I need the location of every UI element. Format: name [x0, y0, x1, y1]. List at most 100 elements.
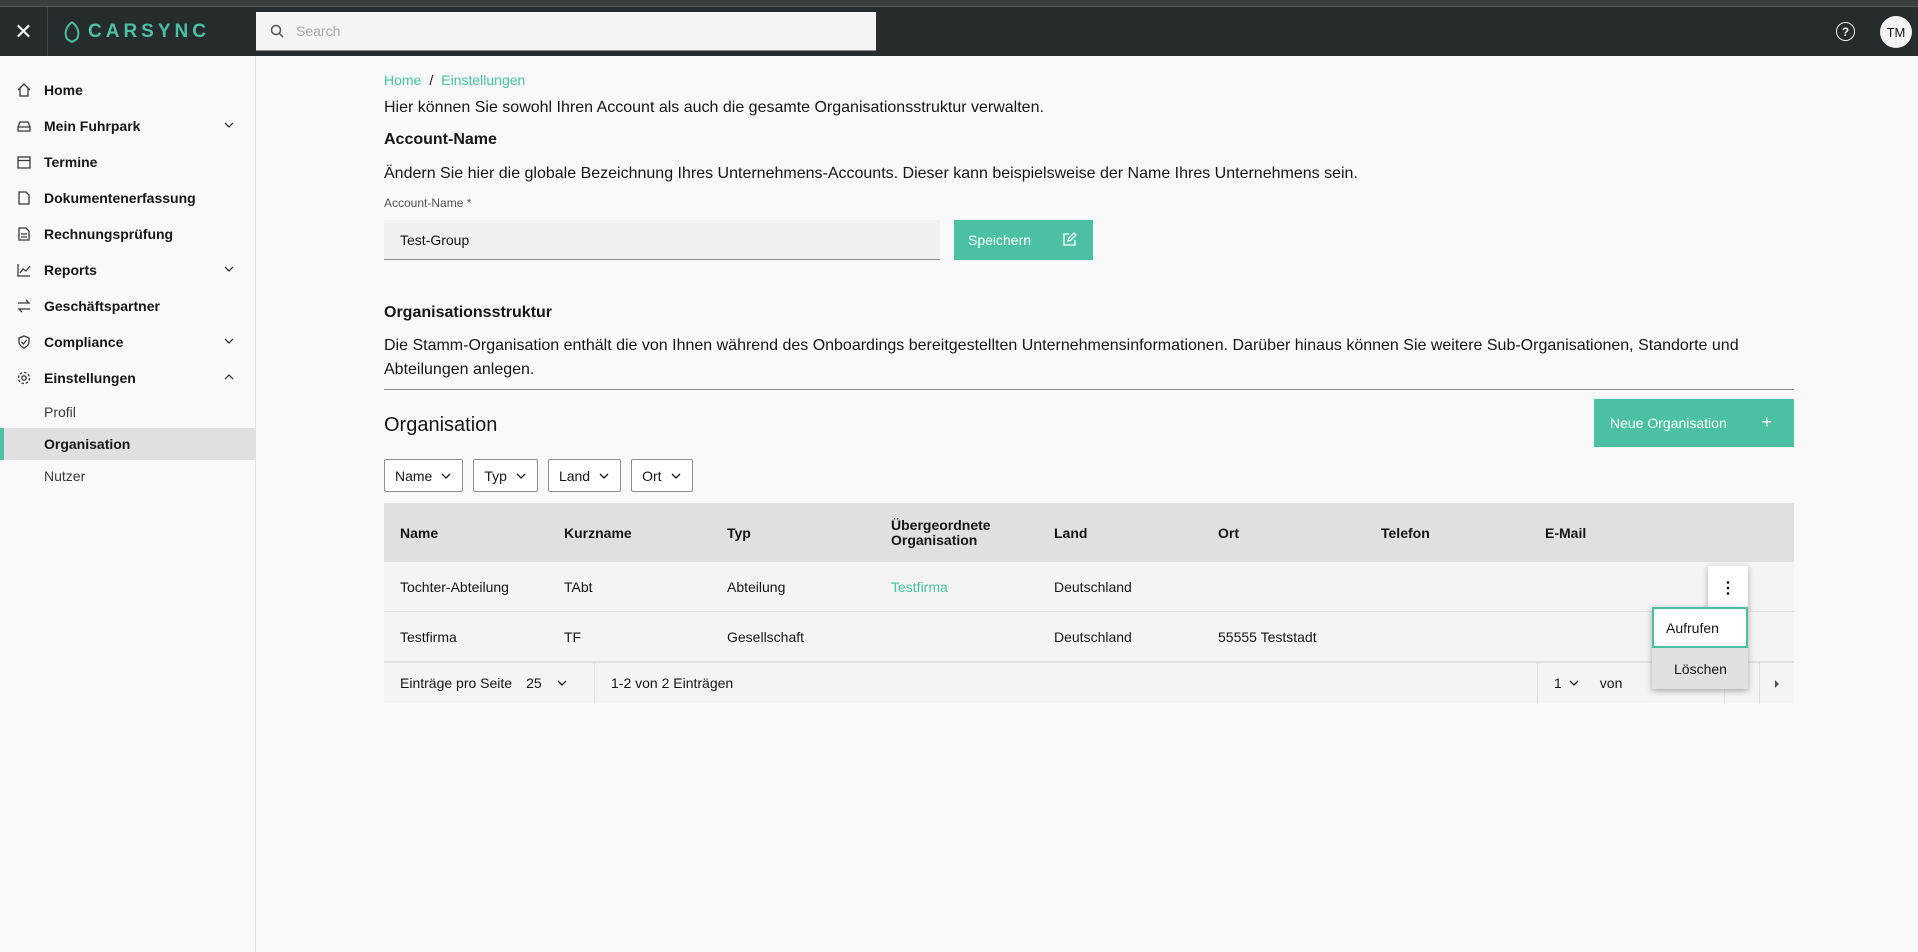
page-select[interactable]: 1: [1537, 662, 1596, 704]
organisation-table: Name Kurzname Typ Übergeordnete Organisa…: [384, 503, 1794, 704]
table-row[interactable]: Testfirma TF Gesellschaft Deutschland 55…: [384, 612, 1794, 662]
section-divider: [384, 389, 1794, 390]
table-cell: Deutschland: [1054, 578, 1132, 595]
parent-organisation-link[interactable]: Testfirma: [875, 579, 1038, 595]
column-header[interactable]: Übergeordnete Organisation: [875, 517, 1038, 548]
sidebar-item-label: Termine: [44, 154, 98, 170]
organisation-title: Organisation: [384, 414, 498, 436]
structure-description: Die Stamm-Organisation enthält die von I…: [384, 337, 1739, 378]
window-strip: [0, 0, 1918, 7]
search-bar[interactable]: [256, 12, 876, 51]
sidebar-item-geschaeftspartner[interactable]: Geschäftspartner: [0, 288, 255, 324]
sidebar-item-label: Compliance: [44, 334, 124, 350]
filter-land[interactable]: Land: [547, 459, 622, 492]
filter-label: Ort: [642, 467, 662, 484]
account-description: Ändern Sie hier die globale Bezeichnung …: [384, 165, 1358, 182]
column-header[interactable]: Typ: [711, 525, 875, 541]
sidebar-subitem-nutzer[interactable]: Nutzer: [0, 460, 255, 492]
column-header[interactable]: Land: [1038, 525, 1202, 541]
sidebar-item-rechnungspruefung[interactable]: Rechnungsprüfung: [0, 216, 255, 252]
breadcrumb-home-link[interactable]: Home: [384, 72, 421, 88]
sidebar-item-home[interactable]: Home: [0, 72, 255, 108]
filter-ort[interactable]: Ort: [631, 459, 693, 492]
filter-label: Name: [395, 467, 433, 484]
menu-item-loeschen[interactable]: Löschen: [1652, 648, 1748, 689]
column-header[interactable]: E-Mail: [1529, 525, 1692, 541]
column-header[interactable]: Ort: [1202, 525, 1365, 541]
plus-icon: +: [1761, 412, 1772, 432]
top-bar: ✕ CARSYNC ? TM: [0, 7, 1918, 56]
gear-icon: [16, 370, 32, 386]
table-cell: Abteilung: [727, 578, 786, 595]
sidebar-item-mein-fuhrpark[interactable]: Mein Fuhrpark: [0, 108, 255, 144]
sidebar-item-label: Einstellungen: [44, 370, 136, 386]
calendar-icon: [16, 154, 32, 170]
page-of-label: von: [1599, 675, 1623, 691]
sidebar-item-dokumentenerfassung[interactable]: Dokumentenerfassung: [0, 180, 255, 216]
menu-item-aufrufen[interactable]: Aufrufen: [1652, 607, 1748, 648]
sidebar-item-label: Mein Fuhrpark: [44, 118, 141, 134]
table-cell: 55555 Teststadt: [1218, 628, 1317, 645]
logo[interactable]: CARSYNC: [62, 21, 256, 43]
logo-text: CARSYNC: [88, 20, 210, 42]
sidebar-item-label: Reports: [44, 262, 97, 278]
avatar[interactable]: TM: [1880, 16, 1912, 48]
intro-text: Hier können Sie sowohl Ihren Account als…: [384, 99, 1044, 116]
chevron-down-icon: [223, 334, 235, 350]
page-total: von: [1596, 663, 1639, 704]
table-cell: TAbt: [564, 578, 593, 595]
invoice-icon: [16, 226, 32, 242]
filter-bar: Name Typ Land Ort: [384, 459, 693, 492]
breadcrumb-current-link[interactable]: Einstellungen: [441, 72, 525, 88]
close-menu-button[interactable]: ✕: [0, 7, 48, 56]
chevron-down-icon: [599, 473, 609, 479]
sidebar-item-compliance[interactable]: Compliance: [0, 324, 255, 360]
document-icon: [16, 190, 32, 206]
car-icon: [16, 118, 32, 134]
chevron-down-icon: [557, 680, 567, 686]
column-header[interactable]: Name: [384, 525, 548, 541]
chart-icon: [16, 262, 32, 278]
sidebar-item-label: Dokumentenerfassung: [44, 190, 196, 206]
new-organisation-button[interactable]: Neue Organisation +: [1594, 399, 1794, 447]
item-range: 1-2 von 2 Einträgen: [611, 675, 734, 691]
save-button[interactable]: Speichern: [954, 220, 1093, 260]
table-cell: Gesellschaft: [727, 628, 805, 645]
items-per-page-label: Einträge pro Seite: [400, 675, 513, 691]
chevron-down-icon: [516, 473, 526, 479]
caret-right-icon: [1775, 679, 1779, 688]
filter-typ[interactable]: Typ: [473, 459, 538, 492]
logo-leaf-icon: [64, 20, 80, 43]
sidebar: Home Mein Fuhrpark Termine Dokumentenerf…: [0, 56, 256, 952]
search-input[interactable]: [296, 23, 856, 39]
edit-icon: [1062, 232, 1077, 250]
new-organisation-label: Neue Organisation: [1610, 415, 1727, 431]
column-header[interactable]: Telefon: [1365, 525, 1529, 541]
filter-name[interactable]: Name: [384, 459, 464, 492]
table-header: Name Kurzname Typ Übergeordnete Organisa…: [384, 503, 1794, 562]
overflow-menu-icon[interactable]: ⋮: [1708, 566, 1748, 609]
help-icon[interactable]: ?: [1836, 22, 1855, 41]
items-per-page-select[interactable]: 25: [526, 675, 568, 691]
items-per-page: Einträge pro Seite 25: [384, 662, 595, 704]
table-row[interactable]: Tochter-Abteilung TAbt Abteilung Testfir…: [384, 562, 1794, 612]
table-cell: Testfirma: [400, 628, 457, 645]
home-icon: [16, 82, 32, 98]
chevron-down-icon: [223, 262, 235, 278]
chevron-down-icon: [671, 473, 681, 479]
sidebar-item-reports[interactable]: Reports: [0, 252, 255, 288]
sidebar-subitem-organisation[interactable]: Organisation: [0, 428, 255, 460]
account-name-label: Account-Name *: [384, 196, 472, 210]
account-heading: Account-Name: [384, 131, 497, 148]
filter-label: Land: [558, 467, 591, 484]
account-name-input[interactable]: Test-Group: [384, 220, 940, 260]
search-icon: [270, 24, 284, 38]
sidebar-item-termine[interactable]: Termine: [0, 144, 255, 180]
column-header[interactable]: Kurzname: [548, 525, 711, 541]
sidebar-item-einstellungen[interactable]: Einstellungen: [0, 360, 255, 396]
pagination: Einträge pro Seite 25 1-2 von 2 Einträge…: [384, 662, 1794, 704]
sidebar-subitem-profil[interactable]: Profil: [0, 396, 255, 428]
structure-heading: Organisationsstruktur: [384, 304, 553, 321]
next-page-button[interactable]: [1759, 663, 1794, 704]
table-cell: Tochter-Abteilung: [400, 578, 509, 595]
